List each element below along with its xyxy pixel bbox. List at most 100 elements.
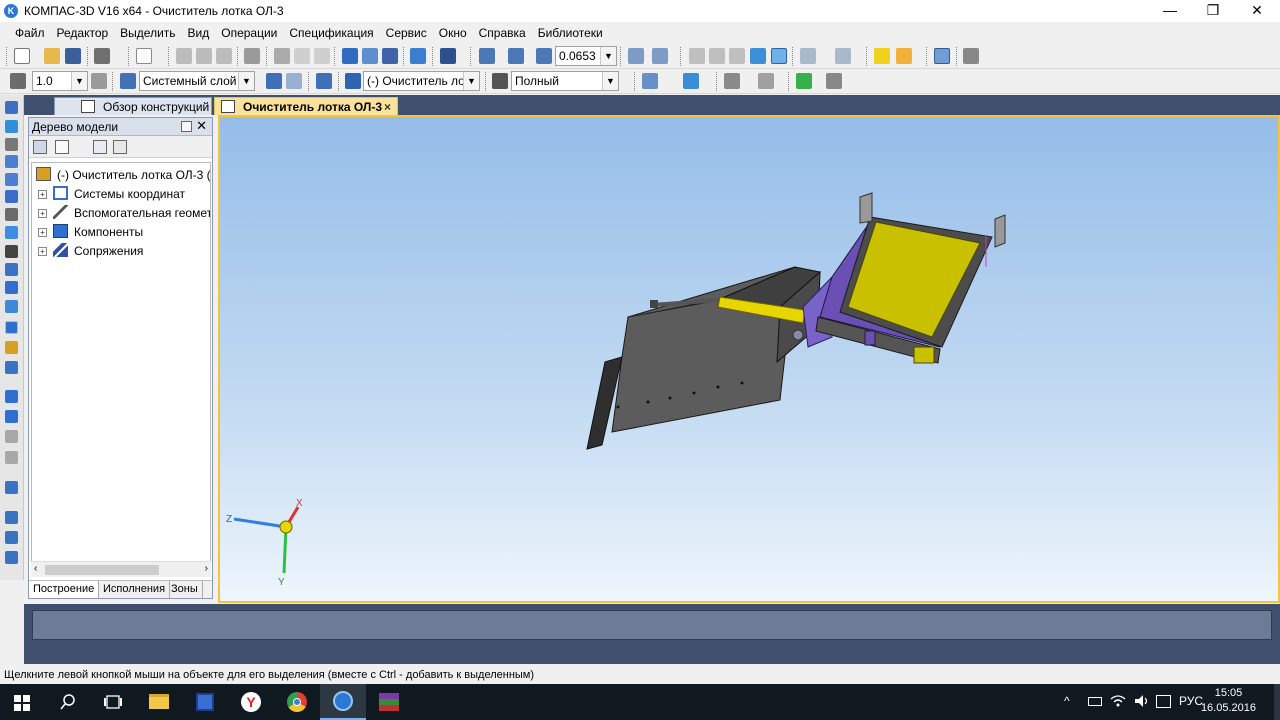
open-folder-icon[interactable] bbox=[44, 48, 60, 64]
new-document-icon[interactable] bbox=[14, 48, 30, 64]
properties-icon[interactable] bbox=[244, 48, 260, 64]
help-pointer-icon[interactable] bbox=[440, 48, 456, 64]
measure-icon[interactable] bbox=[963, 48, 979, 64]
aux-geometry-icon[interactable] bbox=[5, 208, 18, 221]
mates-icon[interactable] bbox=[5, 321, 18, 334]
tree-view-mode-icon[interactable] bbox=[55, 140, 69, 154]
variables-icon[interactable] bbox=[362, 48, 378, 64]
spatial-curves-icon[interactable] bbox=[5, 155, 18, 168]
zoom-window-icon[interactable] bbox=[479, 48, 495, 64]
elements-icon[interactable] bbox=[5, 390, 18, 403]
tab-executions[interactable]: Исполнения bbox=[99, 581, 171, 598]
tree-horizontal-scrollbar[interactable]: ‹ › bbox=[31, 561, 211, 577]
constraints-icon[interactable] bbox=[724, 73, 740, 89]
text-style-icon[interactable] bbox=[826, 73, 842, 89]
tab-active-document[interactable]: Очиститель лотка ОЛ-3 × bbox=[214, 97, 398, 115]
tree-structure-icon[interactable] bbox=[33, 140, 47, 154]
tab-zones[interactable]: Зоны bbox=[167, 581, 203, 598]
perspective-icon[interactable] bbox=[874, 48, 890, 64]
layer-select[interactable]: Системный слой (0) ▼ bbox=[139, 71, 255, 91]
restore-button[interactable]: ❐ bbox=[1193, 0, 1233, 22]
tab-close-icon[interactable]: × bbox=[384, 98, 391, 116]
part-select[interactable]: (-) Очиститель лотк ▼ bbox=[363, 71, 480, 91]
explorer-taskbar-button[interactable] bbox=[136, 684, 182, 720]
tree-filter-icon[interactable] bbox=[113, 140, 127, 154]
save-icon[interactable] bbox=[65, 48, 81, 64]
menu-service[interactable]: Сервис bbox=[381, 26, 434, 40]
tree-node-components[interactable]: + Компоненты bbox=[38, 223, 143, 241]
zoom-level-input[interactable]: 0.0653 ▼ bbox=[555, 46, 617, 66]
menu-file[interactable]: Файл bbox=[10, 26, 52, 40]
volume-icon[interactable] bbox=[1134, 694, 1150, 708]
hidden-lines-icon[interactable] bbox=[709, 48, 725, 64]
task-view-icon[interactable] bbox=[104, 694, 122, 710]
undo-icon[interactable] bbox=[294, 48, 310, 64]
zoom-fit-icon[interactable] bbox=[508, 48, 524, 64]
display-mode-icon[interactable] bbox=[492, 73, 508, 89]
print-icon[interactable] bbox=[94, 48, 110, 64]
settings-icon[interactable] bbox=[5, 551, 18, 564]
tree-node-mates[interactable]: + Сопряжения bbox=[38, 242, 143, 260]
pin-icon[interactable] bbox=[181, 121, 192, 132]
material-icon[interactable] bbox=[796, 73, 812, 89]
minimize-button[interactable]: — bbox=[1150, 0, 1190, 22]
notification-keyboard-icon[interactable] bbox=[1156, 695, 1171, 708]
assembly-icon[interactable] bbox=[5, 341, 18, 354]
expand-icon[interactable]: + bbox=[38, 190, 47, 199]
section-icon[interactable] bbox=[835, 48, 851, 64]
language-indicator[interactable]: РУС bbox=[1179, 694, 1203, 708]
pipeline-icon[interactable] bbox=[5, 511, 18, 524]
rotate-icon[interactable] bbox=[628, 48, 644, 64]
expand-icon[interactable]: + bbox=[38, 228, 47, 237]
halftone-icon[interactable] bbox=[750, 48, 766, 64]
wireframe-icon[interactable] bbox=[689, 48, 705, 64]
system-clock[interactable]: 15:05 16.05.2016 bbox=[1201, 686, 1256, 716]
reports-icon[interactable] bbox=[5, 300, 18, 313]
orientation-icon[interactable] bbox=[800, 48, 816, 64]
zoom-icon[interactable] bbox=[536, 48, 552, 64]
editing-icon[interactable] bbox=[5, 101, 18, 114]
redo-icon[interactable] bbox=[314, 48, 330, 64]
battery-icon[interactable] bbox=[1088, 697, 1102, 706]
assembly-model[interactable] bbox=[220, 117, 1278, 601]
winrar-taskbar-button[interactable] bbox=[366, 684, 412, 720]
library-manager-icon[interactable] bbox=[410, 48, 426, 64]
hatch-icon[interactable] bbox=[642, 73, 658, 89]
yandex-taskbar-button[interactable]: Y bbox=[228, 684, 274, 720]
part-icon[interactable] bbox=[345, 73, 361, 89]
show-hidden-icons-icon[interactable]: ^ bbox=[1064, 694, 1070, 708]
manager-icon[interactable] bbox=[342, 48, 358, 64]
scroll-left-icon[interactable]: ‹ bbox=[34, 563, 37, 574]
expand-icon[interactable]: + bbox=[38, 209, 47, 218]
measure-tools-icon[interactable] bbox=[5, 245, 18, 258]
components-icon[interactable] bbox=[5, 361, 18, 374]
paste-icon[interactable] bbox=[216, 48, 232, 64]
filter-icon[interactable] bbox=[934, 48, 950, 64]
tree-node-coordinate-systems[interactable]: + Системы координат bbox=[38, 185, 185, 203]
copies-icon[interactable] bbox=[5, 410, 18, 423]
fillet-icon[interactable] bbox=[5, 451, 18, 464]
tree-sync-icon[interactable] bbox=[93, 140, 107, 154]
edit-component-icon[interactable] bbox=[266, 73, 282, 89]
light-icon[interactable] bbox=[896, 48, 912, 64]
layers-icon[interactable] bbox=[120, 73, 136, 89]
kompas-taskbar-button[interactable] bbox=[320, 684, 366, 720]
show-desktop-button[interactable] bbox=[1274, 684, 1280, 720]
scroll-thumb[interactable] bbox=[45, 565, 159, 575]
local-cs-icon[interactable] bbox=[91, 73, 107, 89]
lock-icon[interactable] bbox=[5, 481, 18, 494]
arrays-icon[interactable] bbox=[5, 190, 18, 203]
holes-icon[interactable] bbox=[5, 430, 18, 443]
preview-icon[interactable] bbox=[136, 48, 152, 64]
surfaces-icon[interactable] bbox=[5, 173, 18, 186]
dimensions-icon[interactable] bbox=[758, 73, 774, 89]
menu-operations[interactable]: Операции bbox=[216, 26, 284, 40]
save-app-taskbar-button[interactable] bbox=[182, 684, 228, 720]
tab-construction-overview[interactable]: Обзор конструкций bbox=[54, 97, 212, 115]
select-arrow-icon[interactable] bbox=[316, 73, 332, 89]
tech-icon[interactable] bbox=[5, 531, 18, 544]
model-viewport[interactable]: Z X Y bbox=[218, 115, 1280, 603]
menu-libraries[interactable]: Библиотеки bbox=[533, 26, 610, 40]
snap-grid-icon[interactable] bbox=[10, 73, 26, 89]
sketch-icon[interactable] bbox=[5, 138, 18, 151]
